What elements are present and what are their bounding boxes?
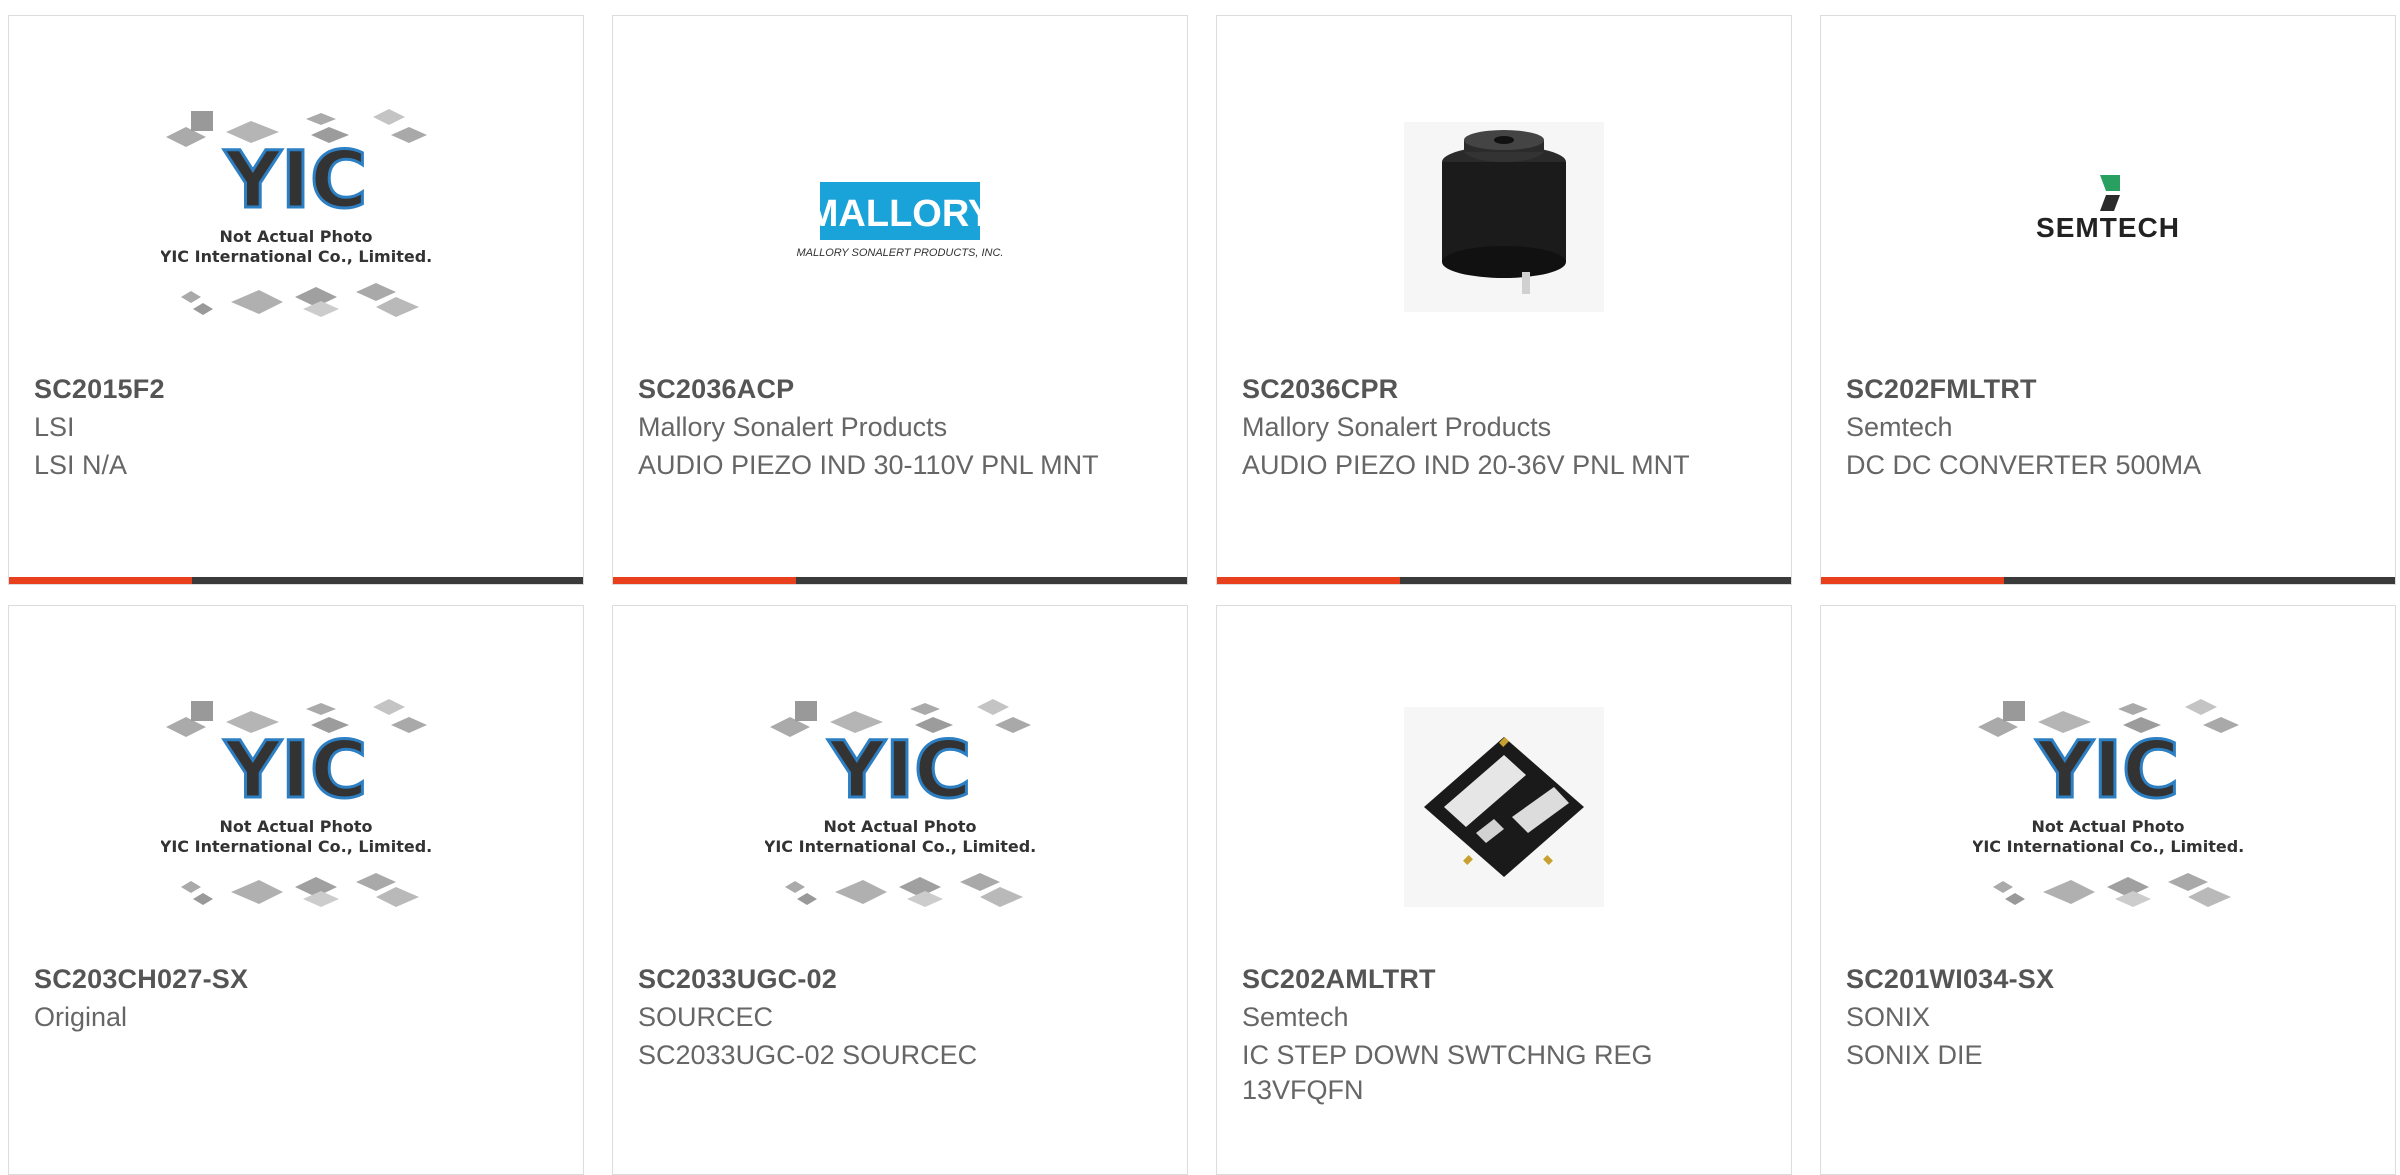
product-image[interactable]: YIC Not Actual Photo YIC International C… [613, 662, 1187, 952]
part-number[interactable]: SC202FMLTRT [1846, 374, 2037, 405]
product-image[interactable]: MALLORY MALLORY SONALERT PRODUCTS, INC. [613, 72, 1187, 362]
part-number[interactable]: SC202AMLTRT [1242, 964, 1436, 995]
product-card[interactable]: SEMTECH SC202FMLTRT Semtech DC DC CONVER… [1820, 15, 2396, 585]
placeholder-line1: Not Actual Photo [219, 817, 372, 836]
part-number[interactable]: SC2036ACP [638, 374, 794, 405]
part-number[interactable]: SC203CH027-SX [34, 964, 248, 995]
manufacturer: LSI [34, 412, 75, 442]
placeholder-line2: YIC International Co., Limited. [161, 247, 431, 266]
yic-placeholder-image: YIC Not Actual Photo YIC International C… [765, 699, 1035, 907]
manufacturer: Semtech [1846, 412, 1953, 442]
card-bottom-bar [613, 577, 1187, 584]
card-bottom-bar [9, 577, 583, 584]
part-number[interactable]: SC2015F2 [34, 374, 165, 405]
yic-placeholder-image: YIC Not Actual Photo YIC International C… [161, 699, 431, 907]
buzzer-photo [1404, 122, 1604, 312]
manufacturer: Mallory Sonalert Products [1242, 412, 1552, 442]
description: IC STEP DOWN SWTCHNG REG 13VFQFN [1242, 1040, 1653, 1105]
placeholder-line2: YIC International Co., Limited. [1973, 837, 2243, 856]
bar-accent [613, 577, 796, 584]
description: AUDIO PIEZO IND 30-110V PNL MNT [638, 450, 1099, 480]
placeholder-line2: YIC International Co., Limited. [765, 837, 1035, 856]
bar-accent [1821, 577, 2004, 584]
manufacturer: SONIX [1846, 1002, 1931, 1032]
manufacturer: SOURCEC [638, 1002, 774, 1032]
product-card[interactable]: SC202AMLTRT Semtech IC STEP DOWN SWTCHNG… [1216, 605, 1792, 1175]
product-image[interactable] [1217, 72, 1791, 362]
product-image[interactable]: YIC Not Actual Photo YIC International C… [9, 662, 583, 952]
product-image[interactable]: YIC Not Actual Photo YIC International C… [1821, 662, 2395, 952]
description: DC DC CONVERTER 500MA [1846, 450, 2202, 480]
description: SC2033UGC-02 SOURCEC [638, 1040, 978, 1070]
semtech-logo-text: SEMTECH [2036, 212, 2180, 243]
part-number[interactable]: SC2033UGC-02 [638, 964, 837, 995]
mallory-logo: MALLORY MALLORY SONALERT PRODUCTS, INC. [796, 182, 1004, 259]
card-bottom-bar [1217, 577, 1791, 584]
placeholder-line1: Not Actual Photo [2031, 817, 2184, 836]
manufacturer: Mallory Sonalert Products [638, 412, 948, 442]
qfn-chip-photo [1404, 707, 1604, 907]
yic-logo: YIC [828, 726, 972, 816]
manufacturer: Semtech [1242, 1002, 1349, 1032]
yic-placeholder-image: YIC Not Actual Photo YIC International C… [161, 109, 431, 317]
part-number[interactable]: SC2036CPR [1242, 374, 1398, 405]
product-card[interactable]: YIC Not Actual Photo YIC International C… [1820, 605, 2396, 1175]
card-bottom-bar [1821, 577, 2395, 584]
placeholder-line2: YIC International Co., Limited. [161, 837, 431, 856]
description: AUDIO PIEZO IND 20-36V PNL MNT [1242, 450, 1690, 480]
yic-logo: YIC [224, 726, 368, 816]
mallory-logo-text: MALLORY [807, 193, 993, 235]
product-grid: YIC Not Actual Photo YIC International C… [0, 0, 2400, 1175]
yic-placeholder-image: YIC Not Actual Photo YIC International C… [1973, 699, 2243, 907]
description: LSI N/A [34, 450, 128, 480]
product-card[interactable]: SC2036CPR Mallory Sonalert Products AUDI… [1216, 15, 1792, 585]
placeholder-line1: Not Actual Photo [823, 817, 976, 836]
product-image[interactable] [1217, 662, 1791, 952]
product-card[interactable]: MALLORY MALLORY SONALERT PRODUCTS, INC. … [612, 15, 1188, 585]
product-image[interactable]: SEMTECH [1821, 72, 2395, 362]
product-card[interactable]: YIC Not Actual Photo YIC International C… [612, 605, 1188, 1175]
yic-logo: YIC [224, 136, 368, 226]
placeholder-line1: Not Actual Photo [219, 227, 372, 246]
part-number[interactable]: SC201WI034-SX [1846, 964, 2054, 995]
product-card[interactable]: YIC Not Actual Photo YIC International C… [8, 605, 584, 1175]
bar-accent [9, 577, 192, 584]
description: SONIX DIE [1846, 1040, 1983, 1070]
semtech-logo: SEMTECH [2036, 175, 2180, 243]
product-image[interactable]: YIC Not Actual Photo YIC International C… [9, 72, 583, 362]
yic-logo: YIC [2036, 726, 2180, 816]
product-card[interactable]: YIC Not Actual Photo YIC International C… [8, 15, 584, 585]
bar-accent [1217, 577, 1400, 584]
manufacturer: Original [34, 1002, 128, 1032]
mallory-tagline: MALLORY SONALERT PRODUCTS, INC. [796, 247, 1003, 259]
